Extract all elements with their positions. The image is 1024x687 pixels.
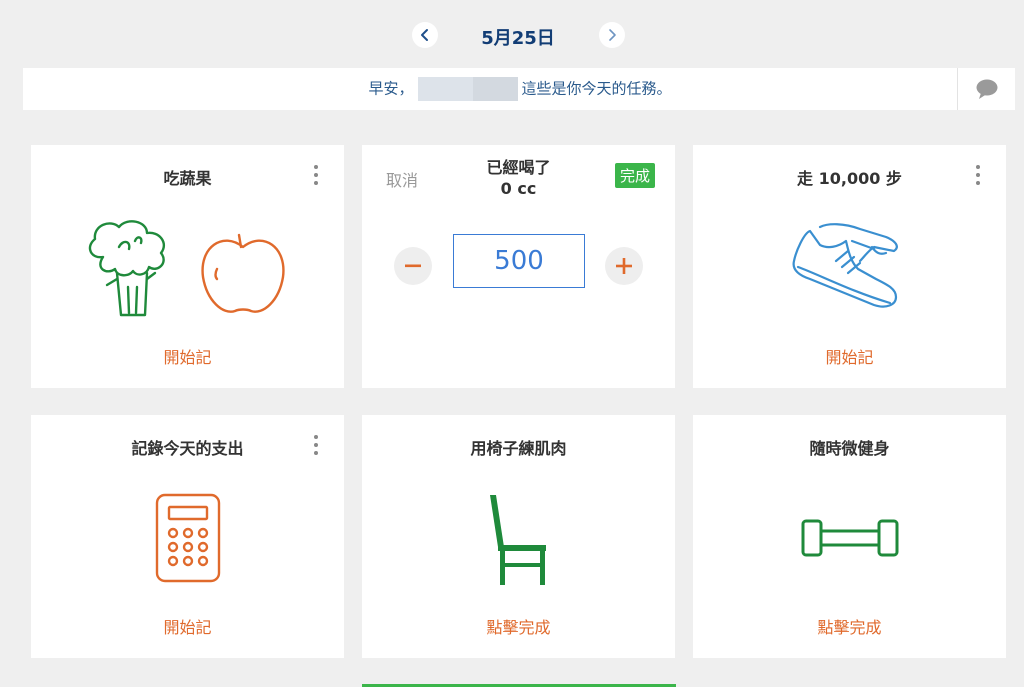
tap-complete-link[interactable]: 點擊完成 bbox=[362, 614, 675, 638]
chat-button[interactable] bbox=[957, 68, 1015, 110]
task-card-expense[interactable]: 記錄今天的支出 開始記 bbox=[31, 415, 344, 658]
greeting-message: 早安， 這些是你今天的任務。 bbox=[23, 77, 957, 101]
more-options-icon[interactable] bbox=[312, 165, 320, 185]
broccoli-icon bbox=[88, 220, 165, 317]
next-day-button[interactable] bbox=[599, 22, 625, 48]
start-record-link[interactable]: 開始記 bbox=[693, 344, 1006, 368]
calculator-icon bbox=[155, 493, 220, 583]
chair-icon bbox=[489, 495, 546, 585]
decrease-button[interactable] bbox=[394, 247, 432, 285]
card-illustration bbox=[362, 495, 675, 585]
task-card-steps[interactable]: 走 10,000 步 開始記 bbox=[693, 145, 1006, 388]
date-navigation: 5月25日 bbox=[0, 22, 1024, 52]
increase-button[interactable] bbox=[605, 247, 643, 285]
previous-day-button[interactable] bbox=[412, 22, 438, 48]
task-card-micro-fitness[interactable]: 隨時微健身 點擊完成 bbox=[693, 415, 1006, 658]
greeting-bar: 早安， 這些是你今天的任務。 bbox=[23, 68, 1015, 110]
card-illustration bbox=[31, 493, 344, 583]
dumbbell-icon bbox=[801, 519, 898, 557]
task-card-vegetables[interactable]: 吃蔬果 開始記 bbox=[31, 145, 344, 388]
card-illustration bbox=[693, 517, 1006, 559]
card-illustration bbox=[693, 221, 1006, 313]
card-title: 隨時微健身 bbox=[809, 439, 890, 458]
current-date: 5月25日 bbox=[481, 28, 555, 49]
card-title: 記錄今天的支出 bbox=[131, 439, 244, 458]
task-card-water: 取消 已經喝了 0 cc 完成 bbox=[362, 145, 675, 388]
start-record-link[interactable]: 開始記 bbox=[31, 344, 344, 368]
water-amount-input[interactable] bbox=[453, 234, 585, 288]
card-illustration bbox=[31, 217, 344, 327]
user-name-redacted bbox=[417, 77, 518, 101]
card-title: 吃蔬果 bbox=[163, 169, 212, 188]
more-options-icon[interactable] bbox=[312, 435, 320, 455]
tap-complete-link[interactable]: 點擊完成 bbox=[693, 614, 1006, 638]
plus-icon bbox=[616, 258, 632, 274]
done-button[interactable]: 完成 bbox=[614, 163, 655, 188]
apple-icon bbox=[200, 233, 285, 313]
chat-bubble-icon bbox=[976, 79, 997, 99]
chevron-right-icon bbox=[609, 29, 616, 41]
task-card-chair-workout[interactable]: 用椅子練肌肉 點擊完成 bbox=[362, 415, 675, 658]
sneaker-icon bbox=[792, 223, 898, 308]
more-options-icon[interactable] bbox=[974, 165, 982, 185]
minus-icon bbox=[405, 264, 421, 268]
start-record-link[interactable]: 開始記 bbox=[31, 614, 344, 638]
greeting-prefix: 早安， bbox=[368, 79, 414, 98]
card-title: 用椅子練肌肉 bbox=[470, 439, 567, 458]
greeting-suffix: 這些是你今天的任務。 bbox=[521, 79, 672, 98]
card-title: 走 10,000 步 bbox=[797, 169, 902, 188]
chevron-left-icon bbox=[421, 29, 428, 41]
